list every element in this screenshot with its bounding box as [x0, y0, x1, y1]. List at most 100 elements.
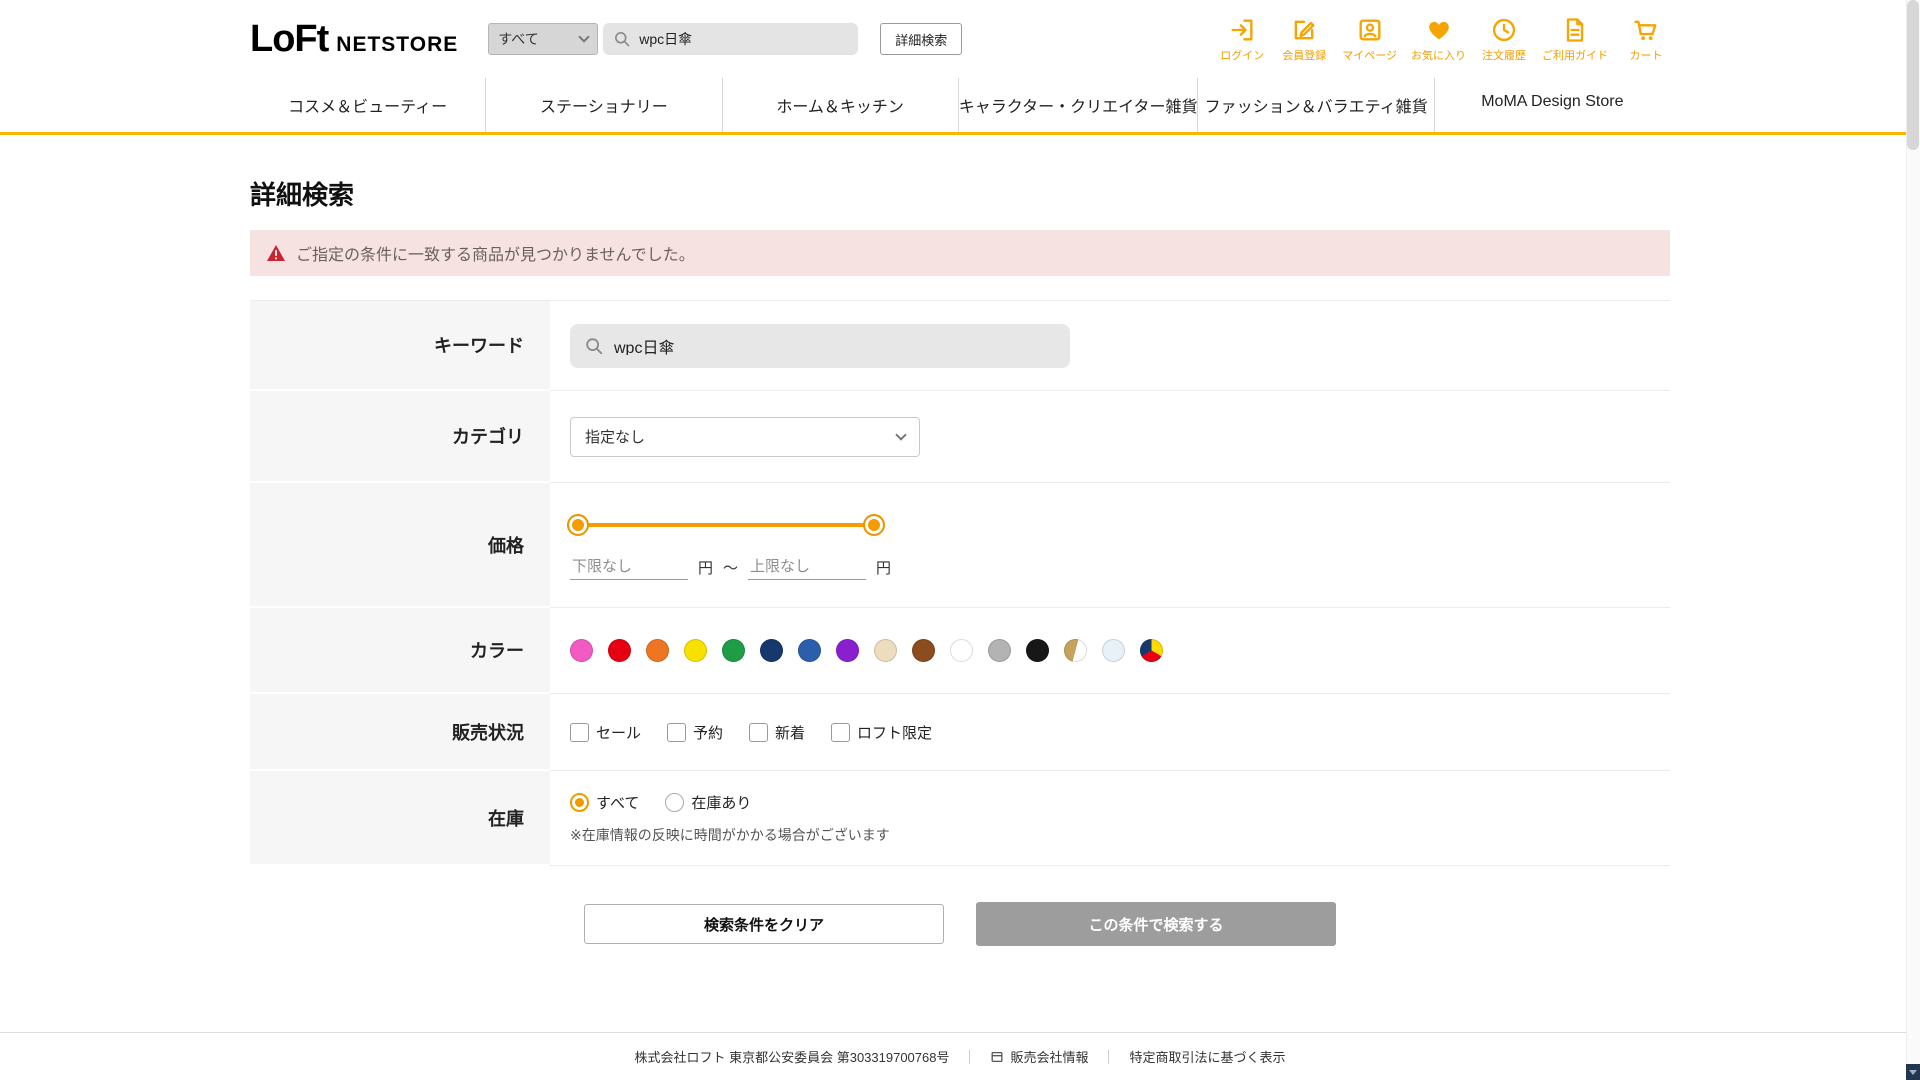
slider-handle-max[interactable] — [863, 514, 885, 536]
login-icon — [1228, 15, 1256, 45]
slider-track[interactable] — [576, 523, 876, 527]
document-icon — [1561, 15, 1589, 45]
keyword-field[interactable] — [570, 323, 1070, 368]
logo-netstore-text: NETSTORE — [336, 32, 459, 56]
checkbox-sale[interactable]: セール — [570, 722, 641, 743]
nav-cosme[interactable]: コスメ＆ビューティー — [250, 78, 485, 132]
color-swatch-green[interactable] — [722, 639, 745, 662]
radio-in-stock[interactable]: 在庫あり — [665, 792, 751, 813]
footer-divider — [969, 1049, 971, 1064]
company-info: 株式会社ロフト 東京都公安委員会 第303319700768号 — [634, 1050, 950, 1065]
sales-status-options: セール 予約 新着 ロフト限定 — [570, 722, 932, 743]
login-button[interactable]: ログイン — [1218, 15, 1266, 63]
color-swatch-black[interactable] — [1026, 639, 1049, 662]
stock-options: すべて 在庫あり — [570, 792, 751, 813]
no-results-alert: ご指定の条件に一致する商品が見つかりませんでした。 — [250, 230, 1670, 276]
search-scope-select[interactable]: すべて — [488, 23, 599, 55]
header-search-input[interactable] — [639, 31, 849, 47]
keyword-input[interactable] — [614, 336, 1056, 355]
keyword-label: キーワード — [250, 301, 550, 391]
search-submit-button[interactable]: この条件で検索する — [976, 902, 1336, 946]
warning-icon — [267, 245, 285, 261]
sales-status-row: 販売状況 セール 予約 新着 ロフト限定 — [250, 694, 1670, 771]
color-swatch-white[interactable] — [950, 639, 973, 662]
price-min-unit: 円 — [698, 559, 714, 577]
price-range-slider[interactable] — [567, 514, 885, 536]
price-label: 価格 — [250, 483, 550, 608]
category-select[interactable]: 指定なし — [570, 416, 920, 457]
color-swatch-pink[interactable] — [570, 639, 593, 662]
loft-logo[interactable]: LoFt NETSTORE — [250, 18, 458, 61]
stock-row: 在庫 すべて 在庫あり ※在庫情報の反映に時間がかかる場合がございます — [250, 771, 1670, 866]
color-swatch-red[interactable] — [608, 639, 631, 662]
color-swatch-purple[interactable] — [836, 639, 859, 662]
clock-icon — [1490, 15, 1518, 45]
category-nav: コスメ＆ビューティー ステーショナリー ホーム＆キッチン キャラクター・クリエイ… — [0, 78, 1920, 135]
site-footer: 株式会社ロフト 東京都公安委員会 第303319700768号 販売会社情報 特… — [0, 1032, 1920, 1080]
nav-stationery[interactable]: ステーショナリー — [485, 78, 721, 132]
guide-button[interactable]: ご利用ガイド — [1542, 15, 1608, 63]
radio-all[interactable]: すべて — [570, 792, 639, 813]
checkbox-reserve[interactable]: 予約 — [667, 722, 723, 743]
checkbox-icon — [667, 722, 687, 742]
color-swatch-brown[interactable] — [912, 639, 935, 662]
checkbox-icon — [749, 722, 769, 742]
nav-moma[interactable]: MoMA Design Store — [1433, 78, 1670, 132]
color-swatch-yellow[interactable] — [684, 639, 707, 662]
alert-text: ご指定の条件に一致する商品が見つかりませんでした。 — [296, 247, 695, 264]
color-swatch-navy[interactable] — [760, 639, 783, 662]
scroll-down-button[interactable] — [1906, 1064, 1920, 1080]
category-select-value: 指定なし — [585, 429, 646, 446]
cart-icon — [1632, 15, 1660, 45]
color-swatch-clear[interactable] — [1102, 639, 1125, 662]
form-actions: 検索条件をクリア この条件で検索する — [250, 902, 1670, 946]
page: LoFt NETSTORE すべて 詳細検索 — [0, 0, 1920, 1080]
nav-home-kitchen[interactable]: ホーム＆キッチン — [721, 78, 958, 132]
price-max-input[interactable] — [748, 554, 867, 580]
color-swatch-multicolor[interactable] — [1140, 639, 1163, 662]
checkbox-icon — [570, 722, 589, 742]
seller-info-link[interactable]: 販売会社情報 — [990, 1047, 1088, 1066]
mypage-button[interactable]: マイページ — [1342, 15, 1397, 63]
nav-fashion[interactable]: ファッション＆バラエティ雑貨 — [1197, 78, 1433, 132]
clear-conditions-button[interactable]: 検索条件をクリア — [584, 904, 944, 944]
header-search-box[interactable] — [603, 23, 859, 55]
search-icon — [615, 32, 630, 47]
heart-icon — [1425, 15, 1453, 45]
chevron-down-icon — [578, 31, 590, 43]
stock-label: 在庫 — [250, 771, 550, 866]
cart-button[interactable]: カート — [1622, 15, 1670, 63]
slider-handle-min[interactable] — [567, 514, 589, 536]
checkbox-icon — [831, 722, 851, 742]
color-swatch-blue[interactable] — [798, 639, 821, 662]
color-swatch-gray[interactable] — [988, 639, 1011, 662]
color-swatch-beige[interactable] — [874, 639, 897, 662]
sales-status-label: 販売状況 — [250, 694, 550, 771]
nav-character[interactable]: キャラクター・クリエイター雑貨 — [957, 78, 1197, 132]
footer-divider — [1108, 1049, 1110, 1064]
price-row: 価格 円 ～ 円 — [250, 483, 1670, 608]
color-row: カラー — [250, 608, 1670, 694]
color-swatch-orange[interactable] — [646, 639, 669, 662]
header-utilities: ログイン 会員登録 マイページ お気に入り 注文履歴 ご利用ガイド カート — [1218, 15, 1670, 63]
order-history-button[interactable]: 注文履歴 — [1480, 15, 1528, 63]
main-content: 詳細検索 ご指定の条件に一致する商品が見つかりませんでした。 キーワード カテゴ… — [250, 135, 1670, 946]
commerce-law-link[interactable]: 特定商取引法に基づく表示 — [1129, 1047, 1285, 1066]
detail-search-button[interactable]: 詳細検索 — [880, 23, 963, 55]
price-tilde: ～ — [723, 559, 739, 577]
checkbox-new[interactable]: 新着 — [749, 722, 805, 743]
header-search: すべて 詳細検索 — [488, 23, 963, 55]
color-swatches — [570, 639, 1163, 662]
search-icon — [586, 337, 603, 354]
stock-note: ※在庫情報の反映に時間がかかる場合がございます — [570, 826, 890, 843]
favorites-button[interactable]: お気に入り — [1411, 15, 1466, 63]
price-inputs: 円 ～ 円 — [570, 554, 891, 580]
chevron-down-icon — [895, 428, 907, 441]
scrollbar-thumb[interactable] — [1907, 0, 1919, 150]
search-scope-value: すべて — [498, 31, 539, 47]
register-button[interactable]: 会員登録 — [1280, 15, 1328, 63]
scrollbar[interactable] — [1906, 0, 1920, 1080]
color-swatch-gold[interactable] — [1064, 639, 1087, 662]
checkbox-loft-limited[interactable]: ロフト限定 — [831, 722, 932, 743]
price-min-input[interactable] — [570, 554, 688, 580]
